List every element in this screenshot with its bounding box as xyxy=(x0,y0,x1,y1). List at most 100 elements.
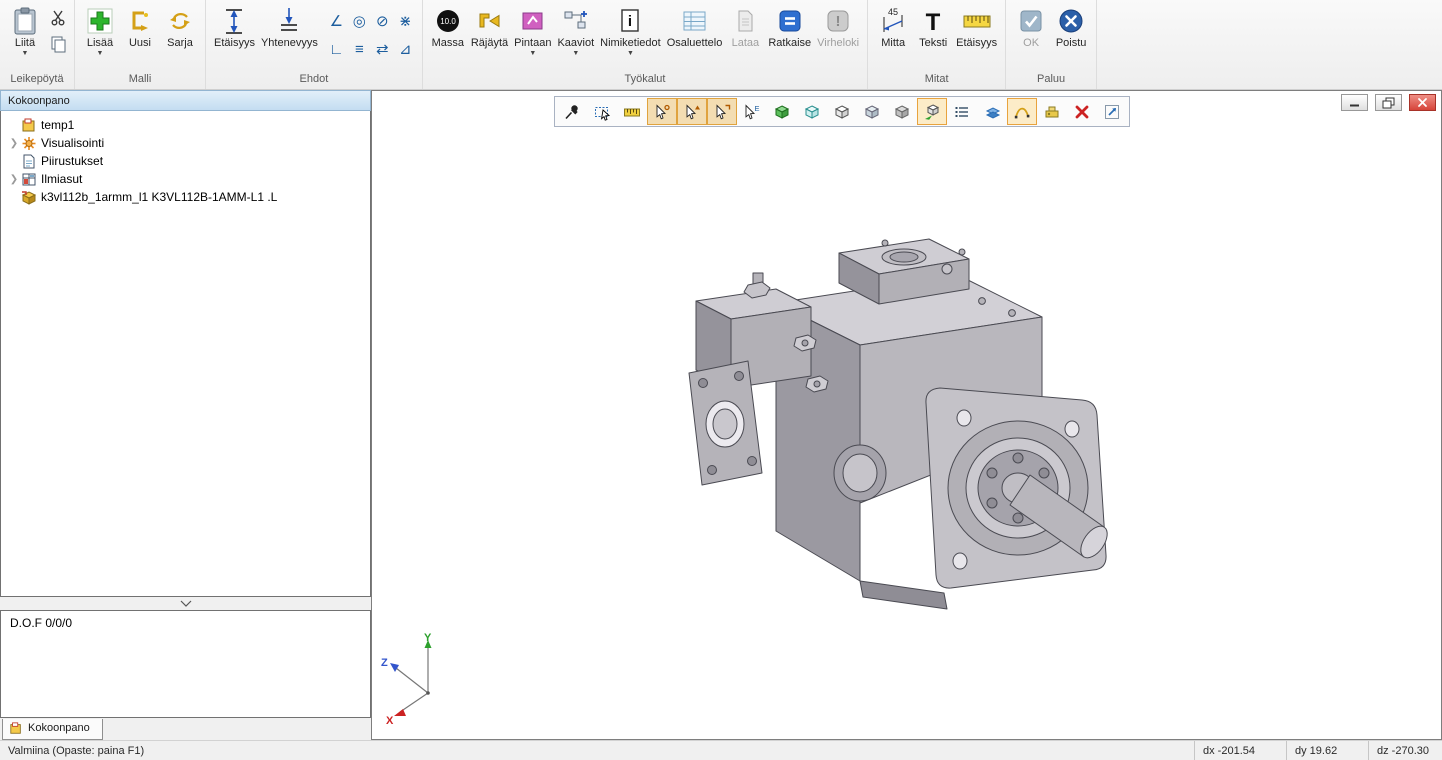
curve-tool-button[interactable] xyxy=(1007,98,1037,125)
part-white-button[interactable] xyxy=(827,98,857,125)
restore-button[interactable] xyxy=(1375,94,1402,111)
tab-kokoonpano[interactable]: Kokoonpano xyxy=(2,719,103,740)
tree-item-piirustukset[interactable]: Piirustukset xyxy=(1,152,370,170)
ribbon-group-model: Lisää ▼ Uusi Sarja Malli xyxy=(75,0,206,89)
status-dz: dz -270.30 xyxy=(1368,741,1442,760)
list-view-button[interactable] xyxy=(947,98,977,125)
angle-constraint-icon[interactable]: ∠ xyxy=(325,7,348,35)
perpendicular-constraint-icon[interactable]: ∟ xyxy=(325,35,348,63)
distance-dim-button[interactable]: Etäisyys xyxy=(953,3,1000,51)
text-label: Teksti xyxy=(919,37,947,50)
group-label-dimensions: Mitat xyxy=(868,73,1005,89)
tree-item-component[interactable]: k3vl112b_1armm_l1 K3VL112B-1AMM-L1 .L xyxy=(1,188,370,206)
exit-icon xyxy=(1058,4,1084,37)
shaded-cube-icon xyxy=(863,103,881,121)
snap-point-cursor-icon xyxy=(653,103,671,121)
expand-arrow-icon[interactable]: ❯ xyxy=(7,174,21,185)
constraint-coincidence-button[interactable]: Yhtenevyys xyxy=(258,3,321,51)
load-button[interactable]: Lataa xyxy=(725,3,765,51)
axis-z-label: Z xyxy=(381,657,388,669)
clipboard-icon xyxy=(12,4,38,37)
item-data-button[interactable]: i Nimiketiedot ▼ xyxy=(597,3,664,58)
cut-button[interactable] xyxy=(47,6,69,28)
constraint-coincidence-label: Yhtenevyys xyxy=(261,37,318,50)
mass-button[interactable]: 10.0 Massa xyxy=(428,3,468,51)
machine-icon xyxy=(1043,103,1061,121)
exit-button[interactable]: Poistu xyxy=(1051,3,1091,51)
symmetric-constraint-icon[interactable]: ⇄ xyxy=(371,35,394,63)
document-gray-icon xyxy=(733,4,757,37)
tree-item-temp1[interactable]: temp1 xyxy=(1,116,370,134)
parts-list-label: Osaluettelo xyxy=(667,37,723,50)
constraint-icon-grid: ∠ ◎ ⊘ ⋇ ∟ ≡ ⇄ ⊿ xyxy=(325,7,417,63)
pushpin-icon xyxy=(563,103,581,121)
copy-button[interactable] xyxy=(47,33,69,55)
explode-icon xyxy=(476,4,502,37)
to-surface-label: Pintaan xyxy=(514,37,551,50)
error-log-button[interactable]: ! Virheloki xyxy=(814,3,862,51)
panel-splitter[interactable] xyxy=(0,597,371,610)
measure-button[interactable]: 45 Mitta xyxy=(873,3,913,51)
part-gray-button[interactable] xyxy=(887,98,917,125)
expand-arrow-icon[interactable]: ❯ xyxy=(7,138,21,149)
add-button[interactable]: Lisää ▼ xyxy=(80,3,120,58)
ok-button[interactable]: OK xyxy=(1011,3,1051,51)
layers-icon xyxy=(983,103,1001,121)
part-shaded-button[interactable] xyxy=(857,98,887,125)
parts-list-button[interactable]: Osaluettelo xyxy=(664,3,726,51)
layers-button[interactable] xyxy=(977,98,1007,125)
snap-face-button[interactable] xyxy=(707,98,737,125)
series-button[interactable]: Sarja xyxy=(160,3,200,51)
measure-tool-button[interactable] xyxy=(617,98,647,125)
snap-edge-button[interactable]: E xyxy=(737,98,767,125)
paste-button[interactable]: Liitä ▼ xyxy=(5,3,45,58)
text-button[interactable]: T Teksti xyxy=(913,3,953,51)
part-insert-button[interactable] xyxy=(917,98,947,125)
mass-label: Massa xyxy=(432,37,464,50)
open-drawing-button[interactable] xyxy=(1097,98,1127,125)
snap-point-button[interactable] xyxy=(647,98,677,125)
circular-arrows-icon xyxy=(167,4,193,37)
solve-icon xyxy=(777,4,803,37)
svg-text:45: 45 xyxy=(888,7,898,17)
group-label-return: Paluu xyxy=(1006,73,1096,89)
model-viewport[interactable]: E xyxy=(371,90,1442,740)
pin-button[interactable] xyxy=(557,98,587,125)
part-select-button[interactable] xyxy=(767,98,797,125)
diagrams-button[interactable]: Kaaviot ▼ xyxy=(554,3,597,58)
tangent-constraint-icon[interactable]: ⊘ xyxy=(371,7,394,35)
snap-vertex-button[interactable] xyxy=(677,98,707,125)
ok-label: OK xyxy=(1023,37,1039,50)
tree-item-visualisointi[interactable]: ❯ Visualisointi xyxy=(1,134,370,152)
svg-text:E: E xyxy=(754,104,759,113)
parallel-constraint-icon[interactable]: ≡ xyxy=(348,35,371,63)
exit-label: Poistu xyxy=(1056,37,1087,50)
minimize-button[interactable] xyxy=(1341,94,1368,111)
constraint-distance-button[interactable]: Etäisyys xyxy=(211,3,258,51)
machine-tool-button[interactable] xyxy=(1037,98,1067,125)
model-3d[interactable] xyxy=(372,91,1442,740)
white-cube-icon xyxy=(833,103,851,121)
delete-button[interactable] xyxy=(1067,98,1097,125)
coincidence-icon xyxy=(277,4,301,37)
fix-constraint-icon[interactable]: ⊿ xyxy=(394,35,417,63)
part-wireframe-button[interactable] xyxy=(797,98,827,125)
insert-part-icon xyxy=(923,103,941,121)
solve-button[interactable]: Ratkaise xyxy=(765,3,814,51)
new-button[interactable]: Uusi xyxy=(120,3,160,51)
intersect-constraint-icon[interactable]: ⋇ xyxy=(394,7,417,35)
application-window: Liitä ▼ Leikepöytä xyxy=(0,0,1442,760)
select-area-button[interactable] xyxy=(587,98,617,125)
ribbon-group-constraints: Etäisyys Yhtenevyys ∠ ◎ ⊘ ⋇ ∟ ≡ ⇄ ⊿ xyxy=(206,0,423,89)
dof-panel: D.O.F 0/0/0 xyxy=(0,610,371,718)
diagonal-arrow-icon xyxy=(1103,103,1121,121)
item-data-label: Nimiketiedot xyxy=(600,37,661,50)
concentric-constraint-icon[interactable]: ◎ xyxy=(348,7,371,35)
close-button[interactable] xyxy=(1409,94,1436,111)
tree-item-label: k3vl112b_1armm_l1 K3VL112B-1AMM-L1 .L xyxy=(41,190,277,204)
tree-item-ilmiasut[interactable]: ❯ Ilmiasut xyxy=(1,170,370,188)
snap-edge-cursor-icon: E xyxy=(743,103,761,121)
to-surface-button[interactable]: Pintaan ▼ xyxy=(511,3,554,58)
tree-item-label: Visualisointi xyxy=(41,136,104,150)
explode-button[interactable]: Räjäytä xyxy=(468,3,511,51)
